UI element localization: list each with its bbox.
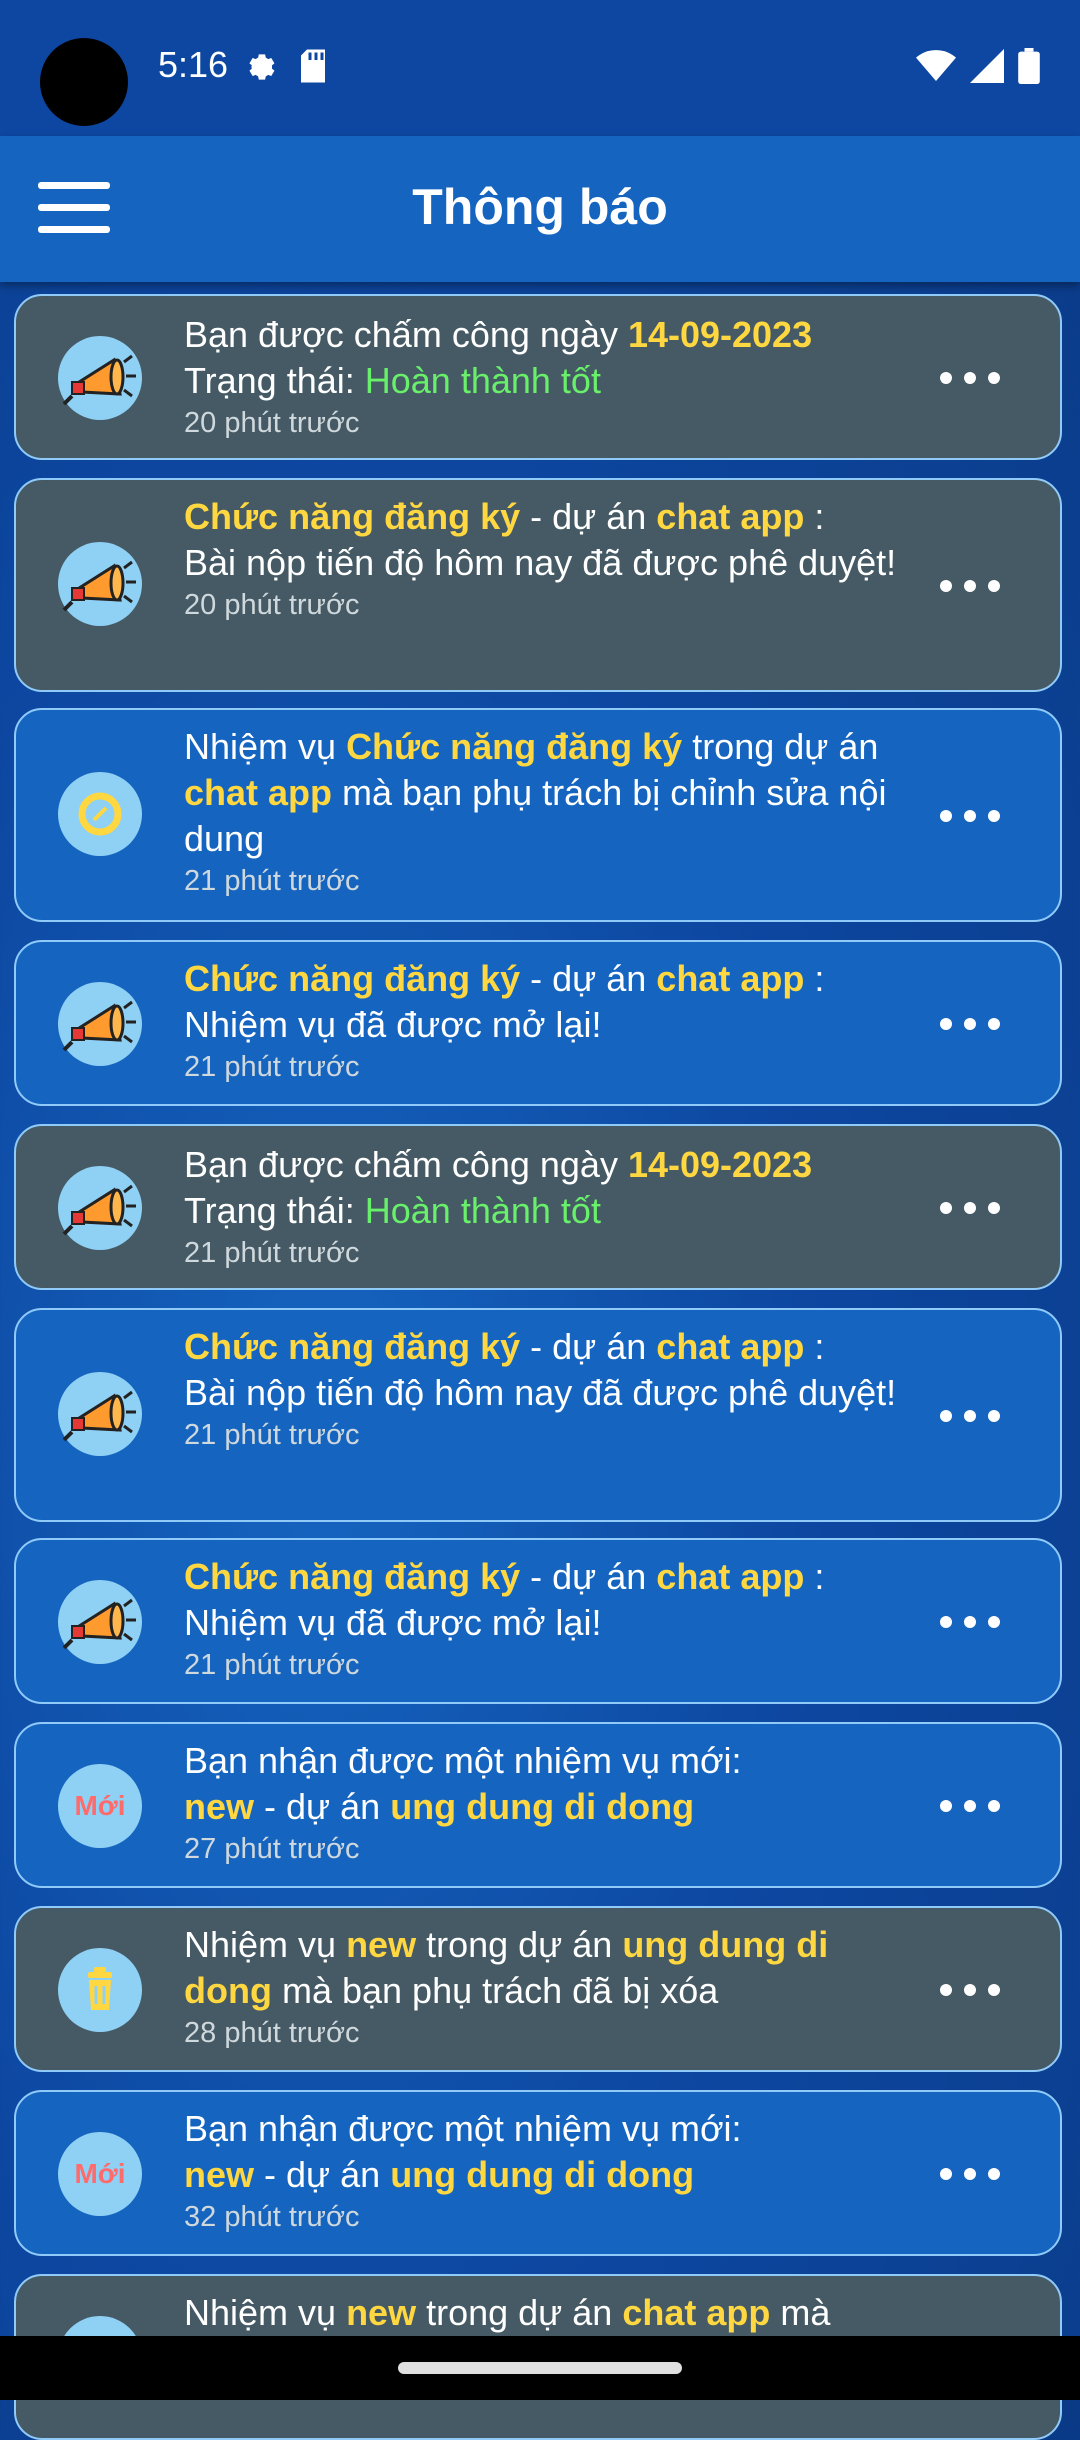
more-options-icon[interactable]	[940, 1004, 1000, 1044]
status-time: 5:16	[158, 44, 229, 85]
notification-time: 28 phút trước	[184, 2017, 360, 2049]
notification-card[interactable]: Bạn được chấm công ngày 14-09-2023 Trạng…	[14, 294, 1062, 460]
megaphone-icon	[58, 1580, 142, 1664]
more-options-icon[interactable]	[940, 2154, 1000, 2194]
notification-time: 21 phút trước	[184, 865, 360, 897]
notification-card[interactable]: Chức năng đăng ký - dự án chat app : Nhi…	[14, 940, 1062, 1106]
signal-icon	[970, 49, 1004, 83]
more-options-icon[interactable]	[940, 1188, 1000, 1228]
megaphone-icon	[58, 982, 142, 1066]
trash-icon	[58, 1948, 142, 2032]
notification-card[interactable]: Chức năng đăng ký - dự án chat app : Nhi…	[14, 1538, 1062, 1704]
notification-time: 20 phút trước	[184, 407, 360, 439]
home-gesture-handle[interactable]	[398, 2362, 682, 2374]
page-title: Thông báo	[412, 179, 668, 235]
sd-card-icon	[301, 49, 325, 83]
edit-badge-icon	[58, 772, 142, 856]
more-options-icon[interactable]	[940, 358, 1000, 398]
notification-time: 32 phút trước	[184, 2201, 360, 2233]
system-navigation-bar	[0, 2336, 1080, 2400]
more-options-icon[interactable]	[940, 1396, 1000, 1436]
new-badge-icon: Mới	[58, 1764, 142, 1848]
megaphone-icon	[58, 1372, 142, 1456]
notification-time: 21 phút trước	[184, 1649, 360, 1681]
status-bar: 5:16	[0, 0, 1080, 136]
notification-card[interactable]: Nhiệm vụ new trong dự án ung dung di don…	[14, 1906, 1062, 2072]
new-badge-icon: Mới	[58, 2132, 142, 2216]
megaphone-icon	[58, 336, 142, 420]
notification-card[interactable]: Mới Bạn nhận được một nhiệm vụ mới: new …	[14, 2090, 1062, 2256]
more-options-icon[interactable]	[940, 1786, 1000, 1826]
notification-time: 20 phút trước	[184, 589, 360, 621]
notification-card[interactable]: Nhiệm vụ Chức năng đăng ký trong dự án c…	[14, 708, 1062, 922]
notification-time: 27 phút trước	[184, 1833, 360, 1865]
megaphone-icon	[58, 1166, 142, 1250]
battery-icon	[1018, 48, 1040, 84]
more-options-icon[interactable]	[940, 796, 1000, 836]
front-camera	[40, 38, 128, 126]
notification-time: 21 phút trước	[184, 1237, 360, 1269]
more-options-icon[interactable]	[940, 566, 1000, 606]
megaphone-icon	[58, 542, 142, 626]
app-bar: Thông báo	[0, 136, 1080, 282]
notification-time: 21 phút trước	[184, 1419, 360, 1451]
more-options-icon[interactable]	[940, 1970, 1000, 2010]
notification-time: 21 phút trước	[184, 1051, 360, 1083]
more-options-icon[interactable]	[940, 1602, 1000, 1642]
settings-icon	[249, 54, 275, 80]
notification-card[interactable]: Bạn được chấm công ngày 14-09-2023 Trạng…	[14, 1124, 1062, 1290]
notification-card[interactable]: Mới Bạn nhận được một nhiệm vụ mới: new …	[14, 1722, 1062, 1888]
notification-card[interactable]: Chức năng đăng ký - dự án chat app : Bài…	[14, 1308, 1062, 1522]
notification-card[interactable]: Chức năng đăng ký - dự án chat app : Bài…	[14, 478, 1062, 692]
wifi-icon	[916, 50, 956, 81]
